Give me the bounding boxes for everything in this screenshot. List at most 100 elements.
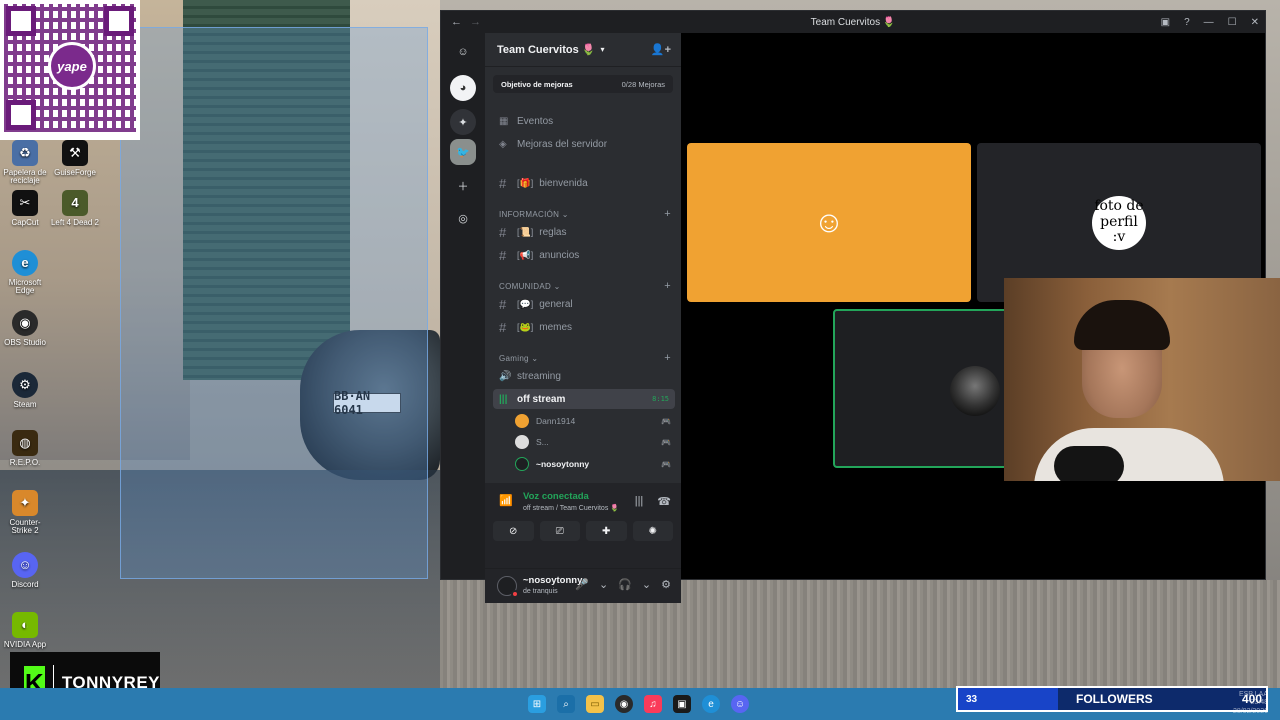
discord-icon[interactable]: ☺ xyxy=(731,695,749,713)
participant-tile-speaking[interactable] xyxy=(833,309,1013,468)
minimize-icon[interactable]: — xyxy=(1204,17,1214,28)
voice-status[interactable]: Voz conectada xyxy=(523,491,589,502)
avatar xyxy=(515,414,529,428)
file-explorer-icon[interactable]: ▭ xyxy=(586,695,604,713)
add-channel-icon[interactable]: + xyxy=(664,280,671,292)
noise-suppression-icon[interactable]: ||| xyxy=(635,495,644,508)
hash-icon: # xyxy=(499,319,507,335)
inbox-icon[interactable]: ▣ xyxy=(1161,17,1170,28)
username[interactable]: ~nosoytonny xyxy=(523,575,582,586)
desktop-icon-edge[interactable]: e Microsoft Edge xyxy=(0,250,50,296)
add-server-icon[interactable]: ＋ xyxy=(450,173,476,199)
qr-corner xyxy=(6,100,36,130)
desktop-icon-repo[interactable]: ◍ R.E.P.O. xyxy=(0,430,50,467)
desktop-icon-discord[interactable]: ☺ Discord xyxy=(0,552,50,589)
activities-button[interactable]: ✚ xyxy=(586,521,627,541)
obs-icon: ◉ xyxy=(12,310,38,336)
sidebar-item-eventos[interactable]: ▦ Eventos xyxy=(493,111,675,131)
hash-icon: # xyxy=(499,247,507,263)
window-title: Team Cuervitos 🌷 xyxy=(810,16,896,28)
repo-icon: ◍ xyxy=(12,430,38,456)
category-gaming[interactable]: Gaming ⌄ + xyxy=(499,351,671,365)
profile-picture: foto de perfil :v xyxy=(1092,195,1146,250)
maximize-icon[interactable]: ☐ xyxy=(1228,17,1237,28)
webcam-overlay xyxy=(1004,278,1280,481)
boost-goal-bar[interactable]: Objetivo de mejoras 0/28 Mejoras xyxy=(493,75,673,93)
server-header[interactable]: Team Cuervitos 🌷 ▾ 👤+ xyxy=(485,33,681,67)
discover-icon[interactable]: ◎ xyxy=(450,205,476,231)
edge-icon[interactable]: e xyxy=(702,695,720,713)
participant-tile[interactable]: ☺ xyxy=(687,143,971,302)
desktop-icon-steam[interactable]: ⚙ Steam xyxy=(0,372,50,409)
avatar xyxy=(515,435,529,449)
desktop-icon-capcut[interactable]: ✂ CapCut xyxy=(0,190,50,227)
microphone-icon[interactable]: 🎤 xyxy=(575,578,589,591)
chevron-down-icon[interactable]: ⌄ xyxy=(599,578,608,591)
sidebar-item-mejoras[interactable]: ◈ Mejoras del servidor xyxy=(493,134,675,154)
voice-channel-streaming[interactable]: 🔊 streaming xyxy=(493,366,675,386)
search-icon[interactable]: ⌕ xyxy=(557,695,575,713)
user-panel: ~nosoytonny de tranquis 🎤 ⌄ 🎧 ⌄ ⚙ xyxy=(485,569,681,603)
channel-anuncios[interactable]: # [📢] anuncios xyxy=(493,245,675,265)
desktop-icon-nvidia[interactable]: ◐ NVIDIA App xyxy=(0,612,50,649)
voice-member[interactable]: ~nosoytonny 🎮 xyxy=(515,455,671,473)
desktop-icon-obs[interactable]: ◉ OBS Studio xyxy=(0,310,50,347)
desktop-icon-left4dead2[interactable]: 4 Left 4 Dead 2 xyxy=(50,190,100,227)
windows-start-icon[interactable]: ⊞ xyxy=(528,695,546,713)
voice-member[interactable]: Dann1914 🎮 xyxy=(515,412,671,430)
window-controls: ▣ ? — ☐ ✕ xyxy=(1161,11,1259,33)
microphone-icon xyxy=(1054,446,1124,481)
system-clock[interactable]: ESP LAA 23:48 28/02/2026 xyxy=(1233,691,1268,716)
channel-reglas[interactable]: # [📜] reglas xyxy=(493,222,675,242)
chevron-down-icon[interactable]: ⌄ xyxy=(642,578,651,591)
music-icon[interactable]: ♫ xyxy=(644,695,662,713)
add-channel-icon[interactable]: + xyxy=(664,352,671,364)
server-avatar-2[interactable]: ✦ xyxy=(450,109,476,135)
discord-home-icon[interactable]: ☺ xyxy=(450,39,476,65)
desktop-selection-rectangle xyxy=(120,27,428,579)
desktop-icon-recycle-bin[interactable]: ♻ Papelera de reciclaje xyxy=(0,140,50,186)
nvidia-icon: ◐ xyxy=(12,612,38,638)
close-icon[interactable]: ✕ xyxy=(1251,17,1259,28)
soundboard-button[interactable]: ✺ xyxy=(632,521,673,541)
avatar xyxy=(515,457,529,471)
category-comunidad[interactable]: COMUNIDAD ⌄ + xyxy=(499,279,671,293)
title-bar: ← → Team Cuervitos 🌷 ▣ ? — ☐ ✕ xyxy=(441,11,1265,33)
capture-icon[interactable]: ▣ xyxy=(673,695,691,713)
server-avatar-1[interactable]: ◕ xyxy=(450,75,476,101)
voice-channel-off-stream[interactable]: ||| off stream 8:15 xyxy=(493,389,675,409)
desktop-icon-guiseforge[interactable]: ⚒ GuiseForge xyxy=(50,140,100,177)
custom-status: de tranquis xyxy=(523,588,558,595)
help-icon[interactable]: ? xyxy=(1184,17,1190,28)
capcut-icon: ✂ xyxy=(12,190,38,216)
channel-memes[interactable]: # [🐸] memes xyxy=(493,317,675,337)
settings-gear-icon[interactable]: ⚙ xyxy=(661,578,671,591)
server-team-cuervitos[interactable]: 🐦 xyxy=(450,139,476,165)
status-dnd-badge xyxy=(511,590,519,598)
channel-bienvenida[interactable]: # [🎁] bienvenida xyxy=(493,173,675,193)
voice-member[interactable]: S... 🎮 xyxy=(515,433,671,451)
voice-location: off stream / Team Cuervitos 🌷 xyxy=(523,505,619,512)
discord-logo-icon: ☺ xyxy=(813,205,845,239)
screen-share-button[interactable]: ⎚ xyxy=(539,521,580,541)
headphones-icon[interactable]: 🎧 xyxy=(618,578,632,591)
hash-icon: # xyxy=(499,224,507,240)
invite-icon[interactable]: 👤+ xyxy=(651,43,671,56)
yape-qr-code: yape xyxy=(0,0,140,140)
qr-corner xyxy=(104,6,134,36)
add-channel-icon[interactable]: + xyxy=(664,208,671,220)
forge-icon: ⚒ xyxy=(62,140,88,166)
obs-icon[interactable]: ◉ xyxy=(615,695,633,713)
disconnect-icon[interactable]: ☎ xyxy=(657,495,671,508)
camera-off-button[interactable]: ⊘ xyxy=(493,521,534,541)
followers-count: 33 xyxy=(958,688,1058,710)
channel-general[interactable]: # [💬] general xyxy=(493,294,675,314)
gamepad-icon: 🎮 xyxy=(661,459,671,469)
followers-goal-overlay: 33 FOLLOWERS 400 xyxy=(956,686,1268,712)
server-name: Team Cuervitos 🌷 xyxy=(497,44,596,56)
desktop-icon-counter-strike-2[interactable]: ✦ Counter-Strike 2 xyxy=(0,490,50,536)
yape-logo: yape xyxy=(48,42,96,90)
speaker-icon: 🔊 xyxy=(499,370,512,382)
category-informacion[interactable]: INFORMACIÓN ⌄ + xyxy=(499,207,671,221)
voice-active-icon: ||| xyxy=(499,393,508,405)
